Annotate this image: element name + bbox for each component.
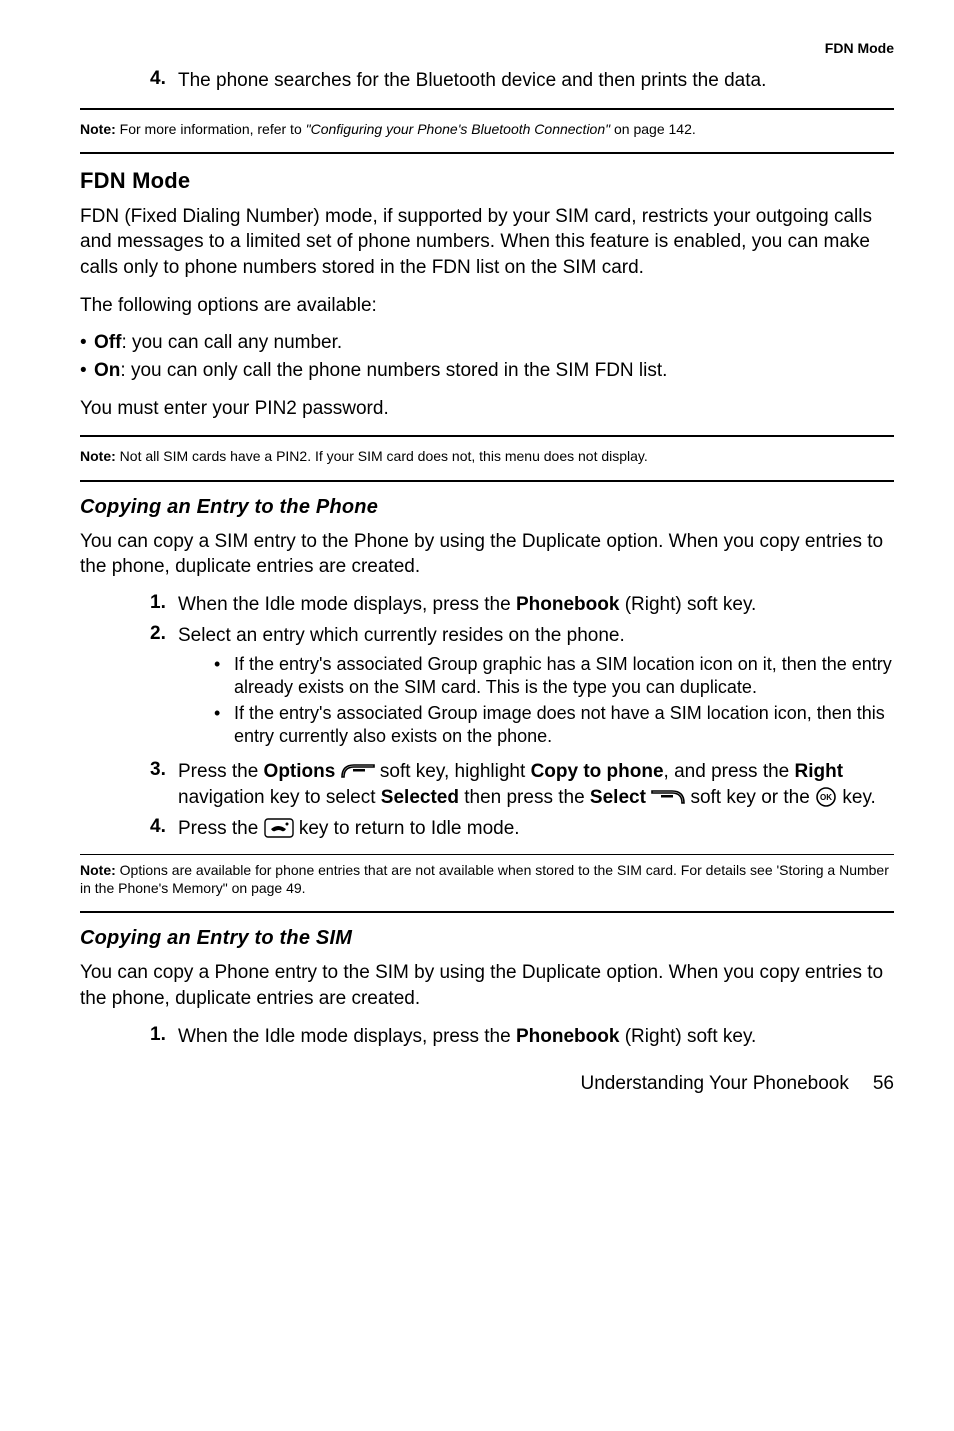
- bold-text: Right: [795, 761, 844, 782]
- option-desc: : you can call any number.: [121, 332, 342, 353]
- paragraph: The following options are available:: [80, 293, 894, 319]
- note-tail: on page 142.: [610, 121, 696, 137]
- footer-section: Understanding Your Phonebook: [581, 1073, 849, 1094]
- note-label: Note:: [80, 862, 116, 878]
- bold-text: Select: [590, 787, 646, 808]
- note-italic: "Configuring your Phone's Bluetooth Conn…: [306, 121, 610, 137]
- option-name: Off: [94, 332, 121, 353]
- text: then press the: [459, 787, 590, 808]
- note: Note: For more information, refer to "Co…: [80, 120, 894, 138]
- heading-copy-to-phone: Copying an Entry to the Phone: [80, 496, 894, 519]
- note-text: Options are available for phone entries …: [80, 862, 889, 896]
- top-step-list: 4. The phone searches for the Bluetooth …: [80, 68, 894, 94]
- text: key.: [837, 787, 876, 808]
- bold-text: Phonebook: [516, 594, 619, 615]
- step-number: 3.: [150, 759, 178, 810]
- step-text: Select an entry which currently resides …: [178, 623, 894, 753]
- step-number: 4.: [150, 816, 178, 842]
- steps-copy-to-phone: 1. When the Idle mode displays, press th…: [80, 592, 894, 842]
- option-name: On: [94, 360, 120, 381]
- option-desc: : you can only call the phone numbers st…: [120, 360, 667, 381]
- step-text: Press the Options soft key, highlight Co…: [178, 759, 894, 810]
- text: Press the: [178, 761, 264, 782]
- list-item: 4. The phone searches for the Bluetooth …: [150, 68, 894, 94]
- list-item: On: you can only call the phone numbers …: [80, 358, 894, 384]
- steps-copy-to-sim: 1. When the Idle mode displays, press th…: [80, 1024, 894, 1050]
- right-softkey-icon: [651, 786, 685, 800]
- note-label: Note:: [80, 121, 116, 137]
- step-number: 1.: [150, 1024, 178, 1050]
- text: (Right) soft key.: [619, 594, 756, 615]
- ok-key-icon: OK: [815, 786, 837, 808]
- step-text: The phone searches for the Bluetooth dev…: [178, 68, 894, 94]
- note-text: Not all SIM cards have a PIN2. If your S…: [116, 448, 648, 464]
- list-item: 1. When the Idle mode displays, press th…: [150, 1024, 894, 1050]
- list-item: 3. Press the Options soft key, highlight…: [150, 759, 894, 810]
- step-number: 1.: [150, 592, 178, 618]
- step-number: 4.: [150, 68, 178, 94]
- page-number: 56: [873, 1073, 894, 1094]
- left-softkey-icon: [341, 760, 375, 774]
- heading-copy-to-sim: Copying an Entry to the SIM: [80, 927, 894, 950]
- svg-text:OK: OK: [820, 793, 832, 802]
- note-text: For more information, refer to: [116, 121, 306, 137]
- bold-text: Copy to phone: [531, 761, 664, 782]
- divider: [80, 480, 894, 482]
- step-text: When the Idle mode displays, press the P…: [178, 1024, 894, 1050]
- divider: [80, 108, 894, 110]
- divider: [80, 435, 894, 437]
- note: Note: Options are available for phone en…: [80, 861, 894, 897]
- paragraph: You can copy a Phone entry to the SIM by…: [80, 960, 894, 1011]
- text: soft key or the: [685, 787, 815, 808]
- divider: [80, 911, 894, 913]
- bold-text: Selected: [381, 787, 459, 808]
- paragraph: You must enter your PIN2 password.: [80, 396, 894, 422]
- text: (Right) soft key.: [619, 1026, 756, 1047]
- divider: [80, 152, 894, 154]
- end-call-key-icon: [264, 818, 294, 838]
- list-item: Off: you can call any number.: [80, 330, 894, 356]
- step-number: 2.: [150, 623, 178, 753]
- text: Select an entry which currently resides …: [178, 625, 625, 646]
- running-header: FDN Mode: [80, 40, 894, 56]
- list-item: 4. Press the key to return to Idle mode.: [150, 816, 894, 842]
- bold-text: Phonebook: [516, 1026, 619, 1047]
- list-item: If the entry's associated Group graphic …: [214, 653, 894, 698]
- text: , and press the: [664, 761, 795, 782]
- options-list: Off: you can call any number. On: you ca…: [80, 330, 894, 383]
- heading-fdn-mode: FDN Mode: [80, 168, 894, 194]
- note-label: Note:: [80, 448, 116, 464]
- paragraph: FDN (Fixed Dialing Number) mode, if supp…: [80, 204, 894, 281]
- paragraph: You can copy a SIM entry to the Phone by…: [80, 529, 894, 580]
- note: Note: Not all SIM cards have a PIN2. If …: [80, 447, 894, 465]
- bold-text: Options: [264, 761, 336, 782]
- step-text: When the Idle mode displays, press the P…: [178, 592, 894, 618]
- list-item: 1. When the Idle mode displays, press th…: [150, 592, 894, 618]
- step-text: Press the key to return to Idle mode.: [178, 816, 894, 842]
- text: When the Idle mode displays, press the: [178, 594, 516, 615]
- list-item: If the entry's associated Group image do…: [214, 702, 894, 747]
- divider: [80, 854, 894, 855]
- sub-bullet-list: If the entry's associated Group graphic …: [178, 653, 894, 747]
- text: soft key, highlight: [375, 761, 531, 782]
- text: Press the: [178, 818, 264, 839]
- list-item: 2. Select an entry which currently resid…: [150, 623, 894, 753]
- text: key to return to Idle mode.: [294, 818, 520, 839]
- page-footer: Understanding Your Phonebook 56: [80, 1073, 894, 1095]
- text: When the Idle mode displays, press the: [178, 1026, 516, 1047]
- text: navigation key to select: [178, 787, 381, 808]
